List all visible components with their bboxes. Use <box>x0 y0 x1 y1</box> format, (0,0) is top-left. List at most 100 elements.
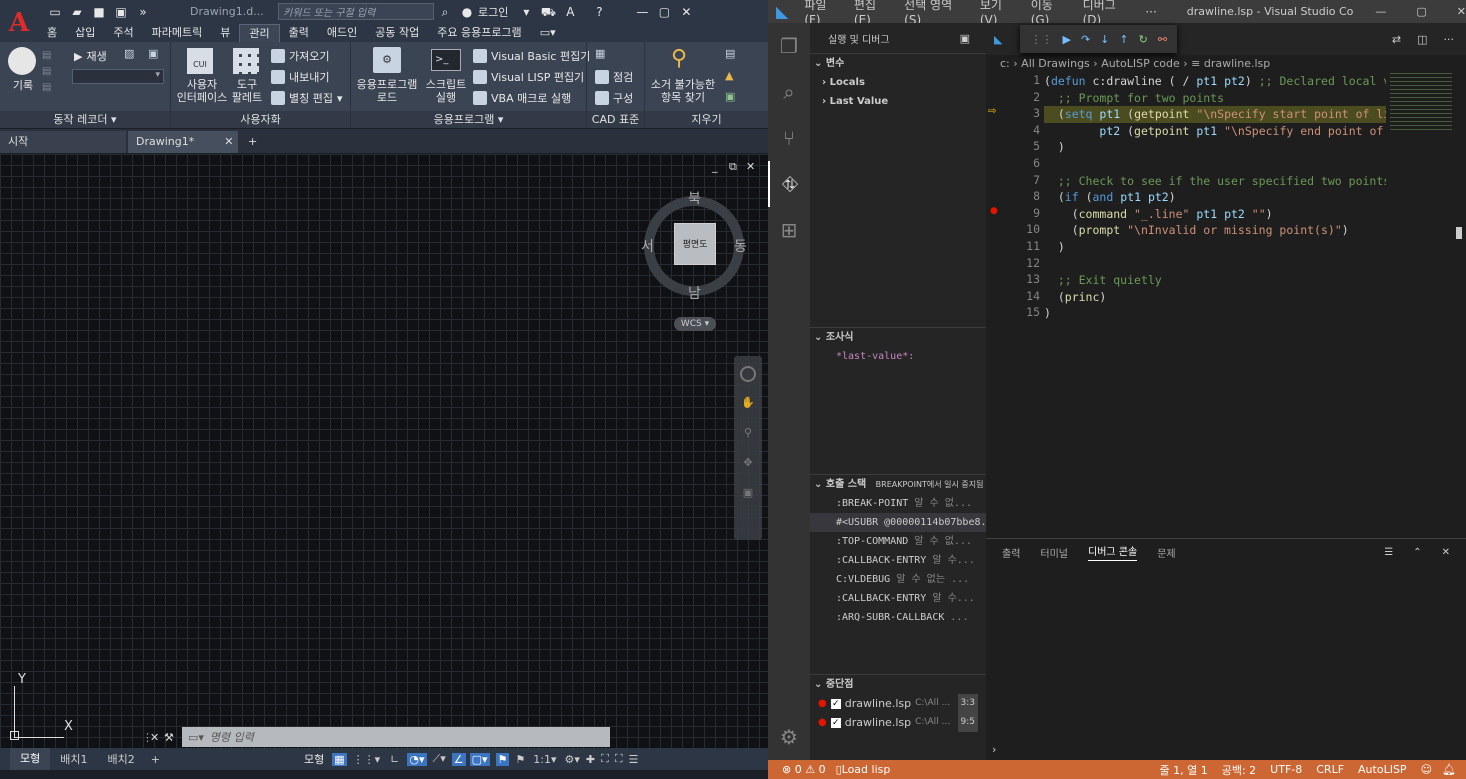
workspace-gear-icon[interactable]: ⚙▾ <box>565 753 580 766</box>
breakpoints-section-header[interactable]: ⌄ 중단점 <box>810 674 986 694</box>
panel-title[interactable]: 동작 레코더 ▾ <box>0 111 170 128</box>
code-line[interactable]: (command "_.line" pt1 pt2 "") <box>1044 206 1273 223</box>
minimap[interactable] <box>1390 73 1452 133</box>
tab-manage[interactable]: 관리 <box>239 23 280 42</box>
tab-featured-apps[interactable]: 주요 응용프로그램 <box>428 24 530 41</box>
search-input[interactable]: 키워드 또는 구절 입력 <box>278 3 434 20</box>
drag-handle-icon[interactable]: ⋮⋮ <box>1030 33 1052 46</box>
tab-output[interactable]: 출력 <box>1002 545 1020 560</box>
load-application-button[interactable]: 응용프로그램 로드 <box>353 78 421 104</box>
edit-macro-icon[interactable]: ▨ <box>124 47 134 60</box>
annotation-scale[interactable]: 1:1 <box>533 753 551 766</box>
callstack-frame[interactable]: :TOP-COMMAND 알 수 없... <box>810 532 986 551</box>
manage-gear-icon[interactable]: ⚙ <box>768 714 810 760</box>
command-customize-icon[interactable]: ⚒ <box>164 731 182 744</box>
maximize-icon[interactable]: ▢ <box>1416 5 1426 18</box>
maximize-panel-icon[interactable]: ⌃ <box>1413 547 1421 558</box>
notifications-icon[interactable]: 🔔︎ <box>1442 763 1456 776</box>
command-close-icon[interactable]: ✕ <box>150 731 164 744</box>
ribbon-options-icon[interactable]: ▭▾ <box>531 24 565 41</box>
callstack-frame[interactable]: :ARQ-SUBR-CALLBACK ... <box>810 608 986 627</box>
locals-scope[interactable]: › Locals <box>810 73 986 92</box>
cursor-position[interactable]: 줄 1, 열 1 <box>1159 762 1207 778</box>
record-icon[interactable] <box>8 47 36 75</box>
layout-tab-2[interactable]: 배치2 <box>98 751 145 767</box>
command-grip-icon[interactable]: ⋮ <box>142 731 153 744</box>
code-area[interactable]: ⇨ ● 1 2 3 4 5 6 7 8 9 10 11 12 13 14 15 (defun c:drawl… <box>986 73 1462 538</box>
viewport-close-icon[interactable]: ✕ <box>746 160 755 173</box>
line-ending[interactable]: CRLF <box>1316 763 1344 776</box>
save-icon[interactable]: ■ <box>91 5 107 19</box>
tab-view[interactable]: 뷰 <box>211 24 239 41</box>
snap-icon[interactable]: ⋮⋮▾ <box>353 753 381 766</box>
callstack-frame[interactable]: C:VLDEBUG 알 수 없는 ... <box>810 570 986 589</box>
code-line[interactable]: pt2 (getpoint pt1 "\nSpecify end point o… <box>1044 123 1386 140</box>
steering-wheel-icon[interactable] <box>740 366 756 382</box>
last-value-scope[interactable]: › Last Value <box>810 92 986 111</box>
more-actions-icon[interactable]: ··· <box>1444 33 1455 46</box>
new-file-icon[interactable]: ▭ <box>47 5 63 19</box>
viewport-minimize-icon[interactable]: _ <box>712 160 718 173</box>
layout-tab-1[interactable]: 배치1 <box>50 751 97 767</box>
code-line[interactable]: ;; Exit quietly <box>1044 272 1162 289</box>
language-mode[interactable]: AutoLISP <box>1358 763 1407 776</box>
code-lines[interactable]: (defun c:drawline ( / pt1 pt2) ;; Declar… <box>1044 73 1386 333</box>
showmotion-icon[interactable]: ▣ <box>741 486 755 502</box>
dropdown-icon[interactable]: ▾ <box>518 5 534 19</box>
scrollbar[interactable] <box>1456 227 1462 239</box>
close-icon[interactable]: ✕ <box>678 5 694 19</box>
isodraft-icon[interactable]: ⟋▾ <box>433 752 446 766</box>
code-line[interactable]: ;; Check to see if the user specified tw… <box>1044 173 1386 190</box>
callstack-frame[interactable]: :CALLBACK-ENTRY 알 수... <box>810 589 986 608</box>
add-layout-button[interactable]: + <box>145 753 166 766</box>
indentation[interactable]: 공백: 2 <box>1222 762 1256 778</box>
open-folder-icon[interactable]: ▰ <box>69 5 85 19</box>
customize-status-icon[interactable]: ☰ <box>629 753 639 766</box>
breakpoint-checkbox[interactable]: ✓ <box>830 698 841 709</box>
callstack-frame[interactable]: :BREAK-POINT 알 수 없... <box>810 494 986 513</box>
breakpoint-item[interactable]: ● ✓ drawline.lsp C:\All ... 9:5 <box>810 713 986 732</box>
check-button[interactable]: 점검 <box>595 69 633 85</box>
import-button[interactable]: 가져오기 <box>271 48 329 64</box>
polar-icon[interactable]: ◔▾ <box>407 752 427 766</box>
feedback-icon[interactable]: ☺ <box>1421 763 1432 776</box>
problems-indicator[interactable]: ⊗ 0 ⚠ 0 <box>782 763 826 776</box>
source-control-icon[interactable]: ⑂ <box>768 115 810 161</box>
autocad-logo[interactable]: A <box>0 0 38 46</box>
tab-insert[interactable]: 삽입 <box>66 24 104 41</box>
callstack-frame[interactable]: #<USUBR @00000114b07bbe8... <box>810 513 986 532</box>
extensions-icon[interactable]: ⊞ <box>768 207 810 253</box>
code-line[interactable]: (if (and pt1 pt2) <box>1044 189 1176 206</box>
split-editor-icon[interactable]: ◫ <box>1417 33 1427 46</box>
layout-tab-model[interactable]: 모형 <box>10 748 51 770</box>
tool-palettes-button[interactable]: 도구 팔레트 <box>227 78 267 104</box>
find-unreferenced-button[interactable]: 소거 불가능한 항목 찾기 <box>645 78 721 104</box>
help-icon[interactable]: ? <box>591 5 607 19</box>
step-out-icon[interactable]: ↑ <box>1119 33 1128 46</box>
load-lisp-button[interactable]: ▯Load lisp <box>836 763 891 776</box>
run-debug-icon[interactable]: ⛗ <box>768 161 810 207</box>
play-button[interactable]: ▶ 재생 <box>74 48 107 64</box>
disconnect-icon[interactable]: ⚯ <box>1158 33 1167 46</box>
tab-debug-console[interactable]: 디버그 콘솔 <box>1088 543 1138 561</box>
vba-run-button[interactable]: VBA 매크로 실행 <box>473 90 571 106</box>
panel-title[interactable]: 응용프로그램 ▾ <box>351 111 586 128</box>
code-line[interactable]: ) <box>1044 139 1065 156</box>
vlisp-editor-button[interactable]: Visual LISP 편집기 <box>473 69 584 85</box>
minimize-icon[interactable]: — <box>634 5 650 19</box>
debug-console-input[interactable]: › <box>986 743 1466 759</box>
callstack-section-header[interactable]: ⌄ 호출 스택 BREAKPOINT에서 일시 중지됨 <box>810 474 986 494</box>
ortho-icon[interactable]: ∟ <box>390 753 399 766</box>
tab-annotate[interactable]: 주석 <box>104 24 142 41</box>
tab-addins[interactable]: 애드인 <box>318 24 366 41</box>
file-tab-icon[interactable]: ◣ <box>994 33 1002 46</box>
tab-output[interactable]: 출력 <box>280 24 318 41</box>
orbit-icon[interactable]: ✥ <box>741 456 755 472</box>
navigation-bar[interactable]: ✋ ⚲ ✥ ▣ <box>734 356 762 540</box>
model-space-toggle[interactable]: 모형 <box>304 751 324 767</box>
configure-button[interactable]: 구성 <box>595 90 633 106</box>
new-tab-button[interactable]: + <box>240 131 265 153</box>
callstack-frame[interactable]: :CALLBACK-ENTRY 알 수... <box>810 551 986 570</box>
edit-aliases-button[interactable]: 별칭 편집 ▾ <box>271 90 343 106</box>
macro-settings-icon[interactable]: ▣ <box>148 47 158 60</box>
